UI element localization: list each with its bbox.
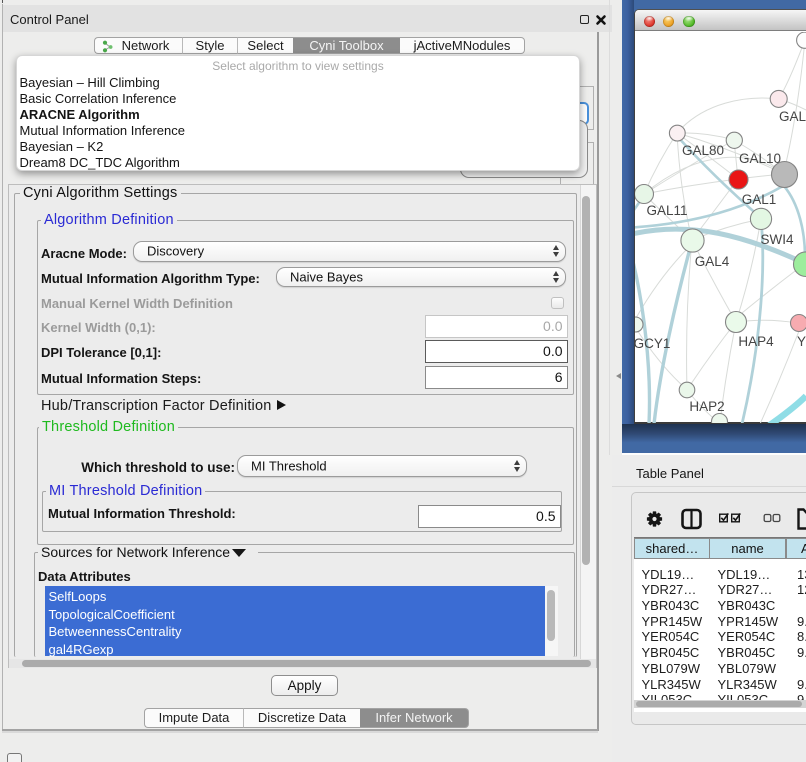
svg-text:GAL7: GAL7 bbox=[779, 109, 806, 124]
svg-text:YD: YD bbox=[797, 334, 806, 349]
svg-text:GAL11: GAL11 bbox=[646, 203, 687, 218]
svg-text:HAP2: HAP2 bbox=[689, 399, 724, 414]
svg-text:GAL4: GAL4 bbox=[695, 254, 730, 269]
svg-text:GCY1: GCY1 bbox=[635, 336, 670, 351]
svg-text:GAL10: GAL10 bbox=[739, 151, 781, 166]
svg-text:SWI4: SWI4 bbox=[760, 232, 793, 247]
svg-text:GAL80: GAL80 bbox=[682, 143, 724, 158]
svg-text:HAP4: HAP4 bbox=[738, 334, 774, 349]
svg-text:GAL1: GAL1 bbox=[742, 192, 777, 207]
